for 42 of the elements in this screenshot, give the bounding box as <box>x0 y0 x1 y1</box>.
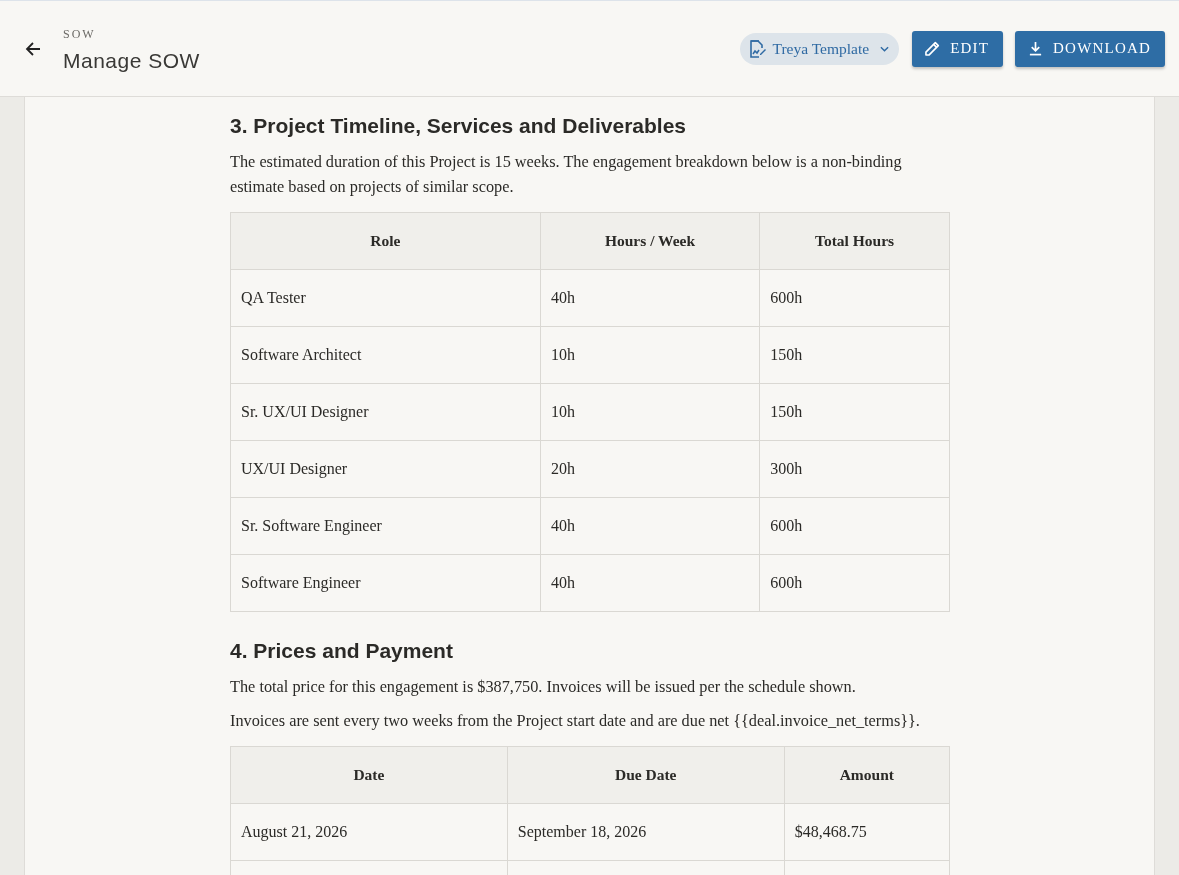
table-cell: UX/UI Designer <box>230 440 541 498</box>
table-cell: 600h <box>759 554 950 612</box>
table-cell: $48,468.75 <box>784 803 950 861</box>
download-icon <box>1028 41 1044 56</box>
table-cell: 150h <box>759 383 950 441</box>
table-cell: 600h <box>759 497 950 555</box>
table-cell: August 21, 2026 <box>230 803 508 861</box>
table-cell: 600h <box>759 269 950 327</box>
table-cell: Software Engineer <box>230 554 541 612</box>
column-header: Role <box>230 212 541 270</box>
table-cell: 150h <box>759 326 950 384</box>
column-header: Hours / Week <box>540 212 760 270</box>
paragraph: The total price for this engagement is $387,750. Invoices will be issued per the schedule shown. <box>230 676 857 698</box>
table-cell: Software Architect <box>230 326 541 384</box>
column-header: Due Date <box>507 746 785 804</box>
download-button[interactable]: DOWNLOAD <box>1015 30 1165 67</box>
pencil-icon <box>925 41 941 56</box>
paragraph: Invoices are sent every two weeks from the Project start date and are due net {{deal.invoice_net_terms}}. <box>230 710 921 732</box>
table-cell: 10h <box>540 326 760 384</box>
section-heading: 3. Project Timeline, Services and Deliverables <box>230 113 687 139</box>
paragraph: The estimated duration of this Project is 15 weeks. The engagement breakdown below is a non-binding estimate based on projects of similar scope. <box>230 151 903 198</box>
chevron-down-icon <box>880 45 890 52</box>
table-cell: QA Tester <box>230 269 541 327</box>
column-header: Date <box>230 746 508 804</box>
back-arrow-icon[interactable] <box>25 40 41 57</box>
edit-button[interactable]: EDIT <box>912 30 1004 67</box>
table-cell: Sr. Software Engineer <box>230 497 541 555</box>
table-cell: 40h <box>540 554 760 612</box>
page-title: Manage SOW <box>63 47 200 74</box>
table-cell: 300h <box>759 440 950 498</box>
document-chart-icon <box>748 39 767 58</box>
column-header: Total Hours <box>759 212 950 270</box>
breadcrumb-label: SOW <box>63 25 97 42</box>
table-cell: September 18, 2026 <box>507 803 785 861</box>
table-cell: 10h <box>540 383 760 441</box>
template-selector[interactable]: Treya Template <box>740 32 900 65</box>
table-cell: 40h <box>540 269 760 327</box>
section-heading: 4. Prices and Payment <box>230 638 454 664</box>
table-cell: 40h <box>540 497 760 555</box>
table-cell: 20h <box>540 440 760 498</box>
table-cell: Sr. UX/UI Designer <box>230 383 541 441</box>
column-header: Amount <box>784 746 950 804</box>
